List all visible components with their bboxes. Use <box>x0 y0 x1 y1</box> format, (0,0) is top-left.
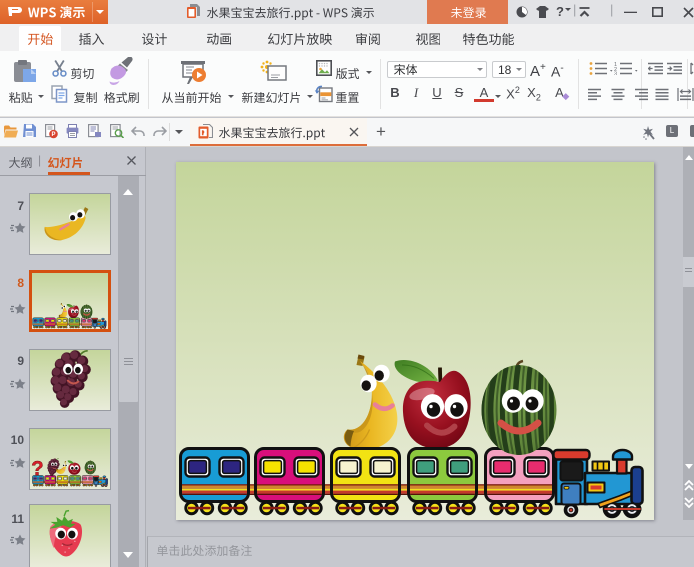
svg-text:?: ? <box>31 458 43 480</box>
svg-text:3: 3 <box>614 72 617 76</box>
svg-text:P: P <box>51 132 55 138</box>
